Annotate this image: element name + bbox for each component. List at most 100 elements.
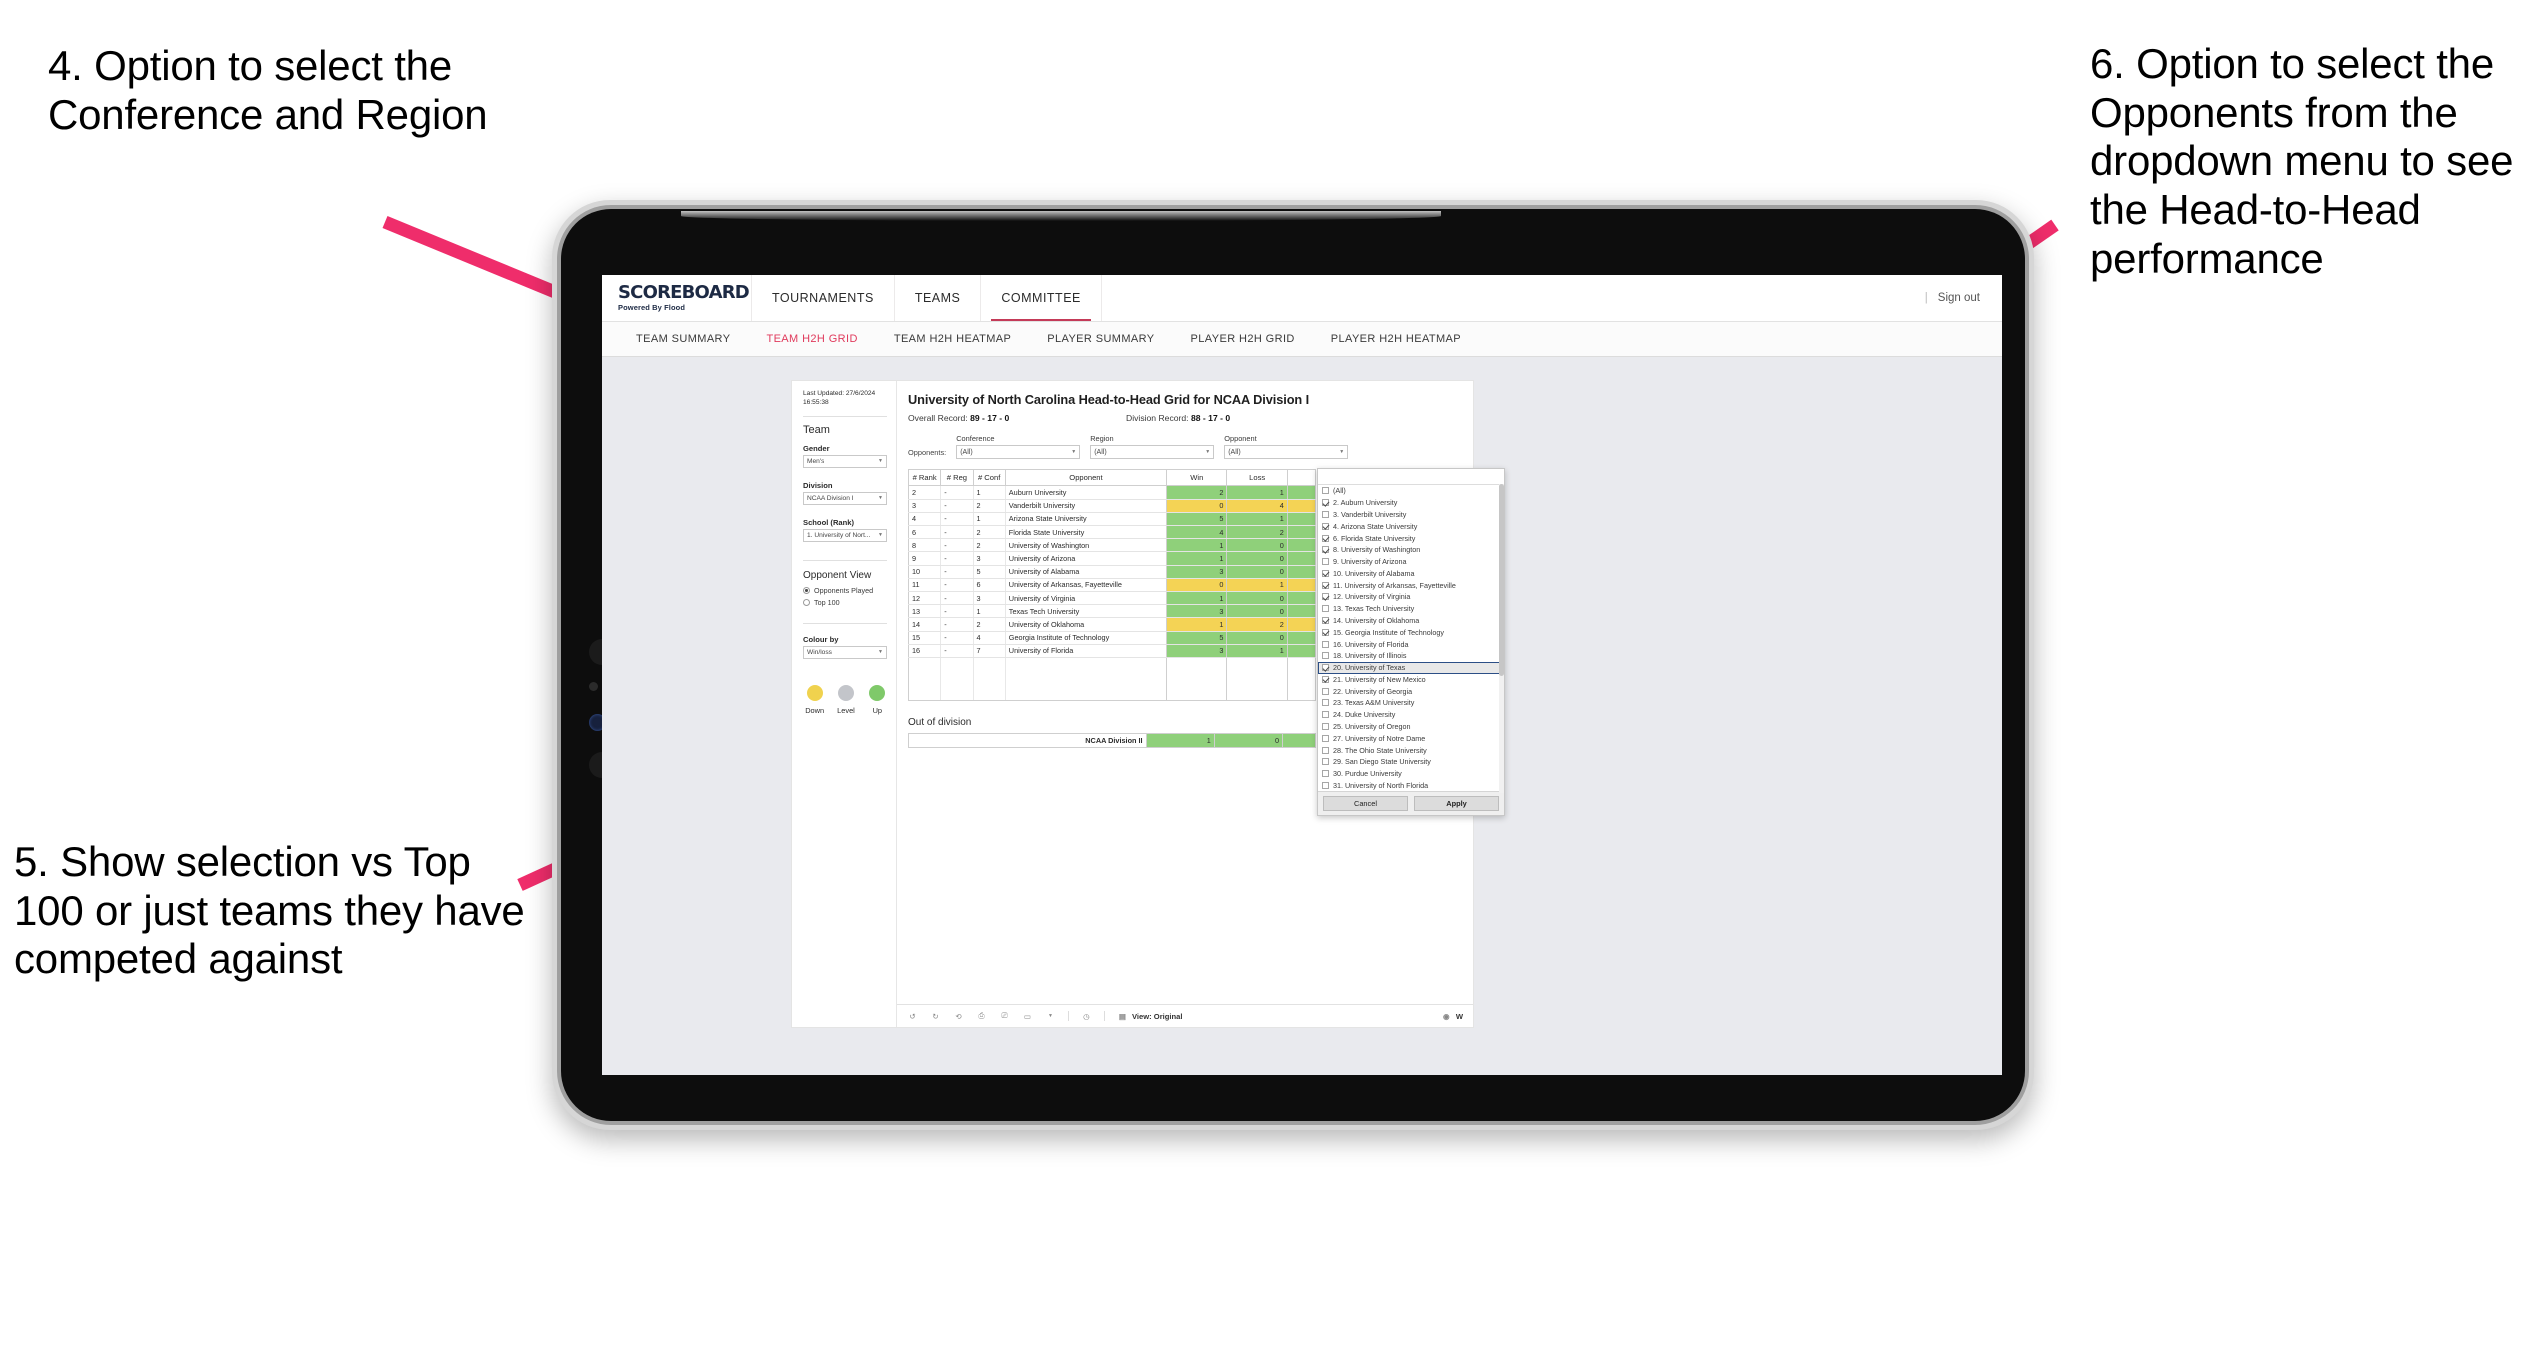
checkbox-icon[interactable] bbox=[1322, 746, 1329, 754]
opponent-option[interactable]: 31. University of North Florida bbox=[1318, 780, 1504, 792]
tab-team-summary[interactable]: TEAM SUMMARY bbox=[618, 333, 748, 345]
refresh-data-icon[interactable]: ⎙ bbox=[976, 1011, 987, 1022]
opponent-option[interactable]: (All) bbox=[1318, 485, 1504, 497]
chevron-down-icon[interactable]: ▼ bbox=[1045, 1011, 1056, 1022]
checkbox-icon[interactable] bbox=[1322, 758, 1329, 766]
opponent-option[interactable]: 25. University of Oregon bbox=[1318, 721, 1504, 733]
table-row[interactable]: 16-7 University of Florida 3 1 bbox=[907, 643, 1317, 658]
nav-item-committee[interactable]: COMMITTEE bbox=[981, 275, 1102, 321]
colour-by-select[interactable]: Win/loss ▼ bbox=[803, 645, 887, 659]
table-row[interactable]: 6-2 Florida State University 4 2 bbox=[907, 525, 1317, 540]
checkbox-icon[interactable] bbox=[1322, 781, 1329, 789]
table-row[interactable]: 12-3 University of Virginia 1 0 bbox=[907, 590, 1317, 606]
checkbox-icon[interactable] bbox=[1322, 664, 1329, 672]
checkbox-icon[interactable] bbox=[1322, 687, 1329, 695]
opponent-dropdown-popup[interactable]: (All) 2. Auburn University 3. Vanderbilt U… bbox=[1317, 468, 1505, 817]
nav-item-teams[interactable]: TEAMS bbox=[895, 275, 982, 321]
checkbox-icon[interactable] bbox=[1322, 510, 1329, 518]
checkbox-icon[interactable] bbox=[1322, 723, 1329, 731]
opponent-option[interactable]: 4. Arizona State University bbox=[1318, 520, 1504, 532]
table-row[interactable]: 4-1 Arizona State University 5 1 bbox=[907, 511, 1317, 527]
opponent-option[interactable]: 15. Georgia Institute of Technology bbox=[1318, 626, 1504, 638]
table-row[interactable]: 11-6 University of Arkansas, Fayetteville… bbox=[907, 577, 1317, 592]
pause-updates-icon[interactable]: ⎚ bbox=[999, 1011, 1010, 1022]
opponent-option[interactable]: 23. Texas A&M University bbox=[1318, 697, 1504, 709]
opponent-option[interactable]: 11. University of Arkansas, Fayetteville bbox=[1318, 579, 1504, 591]
opponent-option[interactable]: 27. University of Notre Dame bbox=[1318, 732, 1504, 744]
opponent-option[interactable]: 18. University of Illinois bbox=[1318, 650, 1504, 662]
opponent-option[interactable]: 8. University of Washington bbox=[1318, 544, 1504, 556]
dropdown-scrollbar[interactable] bbox=[1499, 484, 1504, 794]
opponent-option[interactable]: 20. University of Texas bbox=[1318, 661, 1504, 674]
checkbox-icon[interactable] bbox=[1322, 734, 1329, 742]
checkbox-icon[interactable] bbox=[1322, 499, 1329, 507]
table-row[interactable]: 2-1 Auburn University 2 1 bbox=[907, 485, 1317, 500]
sign-out-link[interactable]: Sign out bbox=[1938, 292, 1980, 304]
nav-item-tournaments[interactable]: TOURNAMENTS bbox=[752, 275, 895, 321]
tab-player-summary[interactable]: PLAYER SUMMARY bbox=[1029, 333, 1172, 345]
opponent-option[interactable]: 9. University of Arizona bbox=[1318, 556, 1504, 568]
opponent-option[interactable]: 22. University of Georgia bbox=[1318, 685, 1504, 697]
checkbox-icon[interactable] bbox=[1322, 628, 1329, 636]
opponent-option[interactable]: 13. Texas Tech University bbox=[1318, 603, 1504, 615]
opponent-option[interactable]: 3. Vanderbilt University bbox=[1318, 509, 1504, 521]
radio-opponents-played[interactable]: Opponents Played bbox=[803, 586, 887, 595]
checkbox-icon[interactable] bbox=[1322, 522, 1329, 530]
checkbox-icon[interactable] bbox=[1322, 534, 1329, 542]
table-row[interactable]: 9-3 University of Arizona 1 0 bbox=[907, 551, 1317, 566]
apply-button[interactable]: Apply bbox=[1414, 796, 1499, 812]
opponent-option[interactable]: 10. University of Alabama bbox=[1318, 567, 1504, 579]
checkbox-icon[interactable] bbox=[1322, 770, 1329, 778]
checkbox-icon[interactable] bbox=[1322, 487, 1329, 495]
undo-icon[interactable]: ↺ bbox=[907, 1011, 918, 1022]
tab-team-h2h-grid[interactable]: TEAM H2H GRID bbox=[748, 333, 875, 345]
conference-select[interactable]: (All) ▼ bbox=[956, 445, 1081, 459]
redo-icon[interactable]: ↻ bbox=[930, 1011, 941, 1022]
table-row[interactable]: 15-4 Georgia Institute of Technology 5 0 bbox=[907, 630, 1317, 645]
checkbox-icon[interactable] bbox=[1322, 711, 1329, 719]
table-row[interactable]: 13-1 Texas Tech University 3 0 bbox=[907, 604, 1317, 619]
checkbox-icon[interactable] bbox=[1322, 640, 1329, 648]
opponent-option[interactable]: 24. Duke University bbox=[1318, 709, 1504, 721]
opponent-select[interactable]: (All) ▼ bbox=[1224, 445, 1349, 459]
table-row[interactable]: 3-2 Vanderbilt University 0 4 bbox=[907, 498, 1317, 513]
gender-select[interactable]: Men's ▼ bbox=[803, 454, 887, 468]
opponent-option[interactable]: 30. Purdue University bbox=[1318, 768, 1504, 780]
table-row[interactable]: 14-2 University of Oklahoma 1 2 bbox=[907, 617, 1317, 632]
opponent-option[interactable]: 14. University of Oklahoma bbox=[1318, 615, 1504, 627]
checkbox-icon[interactable] bbox=[1322, 699, 1329, 707]
opponent-option[interactable]: 16. University of Florida bbox=[1318, 638, 1504, 650]
opponent-search-input[interactable] bbox=[1318, 469, 1504, 485]
history-icon[interactable]: ◷ bbox=[1081, 1011, 1092, 1022]
table-row[interactable]: 10-5 University of Alabama 3 0 bbox=[907, 564, 1317, 579]
opponent-option[interactable]: 12. University of Virginia bbox=[1318, 591, 1504, 603]
checkbox-icon[interactable] bbox=[1322, 605, 1329, 613]
division-select[interactable]: NCAA Division I ▼ bbox=[803, 491, 887, 505]
checkbox-icon[interactable] bbox=[1322, 593, 1329, 601]
school-rank-select[interactable]: 1. University of Nort... ▼ bbox=[803, 528, 887, 542]
revert-icon[interactable]: ⟲ bbox=[953, 1011, 964, 1022]
opponent-option[interactable]: 6. Florida State University bbox=[1318, 532, 1504, 544]
tab-team-h2h-heatmap[interactable]: TEAM H2H HEATMAP bbox=[876, 333, 1029, 345]
opponent-option[interactable]: 2. Auburn University bbox=[1318, 497, 1504, 509]
opponent-option-list[interactable]: (All) 2. Auburn University 3. Vanderbilt U… bbox=[1318, 485, 1504, 791]
checkbox-icon[interactable] bbox=[1322, 569, 1329, 577]
checkbox-icon[interactable] bbox=[1322, 675, 1329, 683]
cancel-button[interactable]: Cancel bbox=[1323, 796, 1408, 812]
view-original-button[interactable]: ▤ View: Original bbox=[1117, 1011, 1183, 1022]
tab-player-h2h-heatmap[interactable]: PLAYER H2H HEATMAP bbox=[1313, 333, 1479, 345]
checkbox-icon[interactable] bbox=[1322, 581, 1329, 589]
checkbox-icon[interactable] bbox=[1322, 558, 1329, 566]
opponent-option[interactable]: 28. The Ohio State University bbox=[1318, 744, 1504, 756]
share-icon[interactable]: ▭ bbox=[1022, 1011, 1033, 1022]
checkbox-icon[interactable] bbox=[1322, 616, 1329, 624]
brand-logo[interactable]: SCOREBOARD Powered By Flood bbox=[602, 275, 752, 321]
checkbox-icon[interactable] bbox=[1322, 652, 1329, 660]
opponent-option[interactable]: 21. University of New Mexico bbox=[1318, 674, 1504, 686]
checkbox-icon[interactable] bbox=[1322, 546, 1329, 554]
radio-top-100[interactable]: Top 100 bbox=[803, 598, 887, 607]
opponent-option[interactable]: 29. San Diego State University bbox=[1318, 756, 1504, 768]
watch-area[interactable]: ◉ W bbox=[1441, 1011, 1463, 1022]
tab-player-h2h-grid[interactable]: PLAYER H2H GRID bbox=[1173, 333, 1313, 345]
table-row[interactable]: 8-2 University of Washington 1 0 bbox=[907, 538, 1317, 553]
